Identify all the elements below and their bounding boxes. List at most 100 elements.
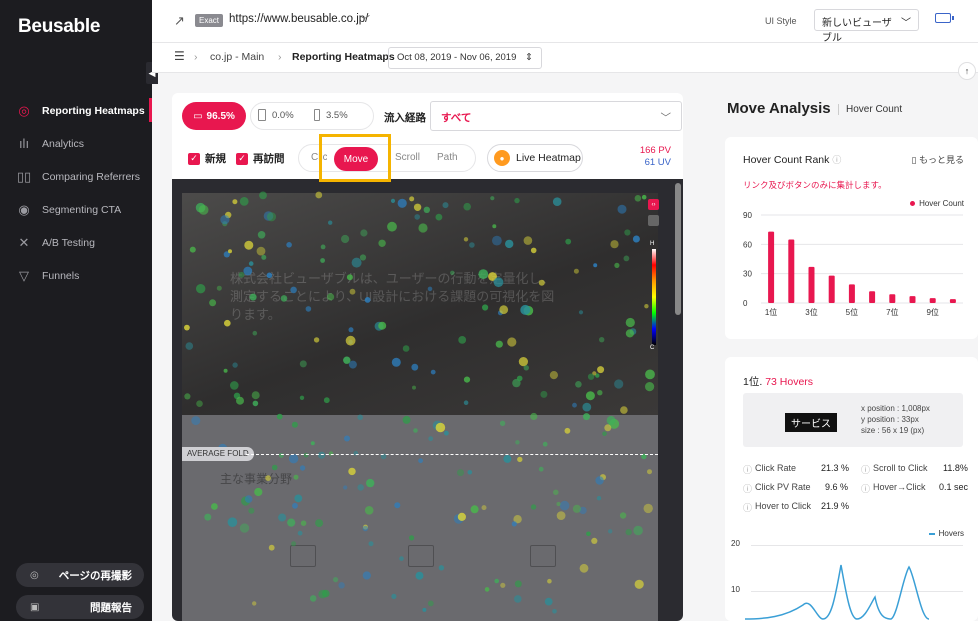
heatmap-dot	[399, 556, 404, 561]
heatmap-dot	[244, 240, 254, 250]
info-icon: ⓘ	[743, 503, 753, 513]
target-icon: ◎	[18, 102, 30, 118]
info-icon[interactable]: ⓘ	[832, 155, 841, 165]
analysis-title: Move Analysis	[727, 100, 831, 117]
new-visitor-checkbox[interactable]: ✓ 新規	[188, 151, 226, 166]
page-url[interactable]: https://www.beusable.co.jp/	[229, 13, 368, 25]
ui-style-select[interactable]: 新しいビューザブル ﹀	[814, 9, 919, 44]
sidebar-item-comparing-referrers[interactable]: ▯▯ Comparing Referrers	[0, 160, 152, 193]
heatmap-dot	[516, 375, 523, 382]
sidebar-item-funnels[interactable]: ▽ Funnels	[0, 259, 152, 292]
heatmap-dot	[565, 238, 572, 245]
heatmap-dot	[463, 376, 471, 383]
x-tick-label: 3位	[805, 307, 817, 317]
device-desktop-button[interactable]: ▭ 96.5%	[182, 102, 246, 130]
heatmap-dot	[409, 535, 415, 541]
heatmap-dot	[368, 541, 374, 547]
heatmap-dot	[318, 589, 327, 599]
mobile-icon	[314, 109, 320, 121]
chart-bar[interactable]	[768, 231, 775, 303]
retake-page-label: ページの再撮影	[58, 569, 132, 582]
overlay-toggle-icon[interactable]	[648, 215, 659, 226]
heatmap-dot	[494, 578, 500, 584]
heatmap-dot	[224, 319, 231, 327]
hover-rank-card: Hover Count Rank ⓘ ▯ もっと見る リンク及びボタンのみに集計し…	[725, 137, 978, 339]
heatmap-dot	[310, 441, 315, 446]
sidebar-item-label: Reporting Heatmaps	[42, 104, 145, 117]
sidebar-item-segmenting-cta[interactable]: ◉ Segmenting CTA	[0, 193, 152, 226]
heatmap-dot	[647, 469, 652, 475]
sidebar-item-ab-testing[interactable]: ✕ A/B Testing	[0, 226, 152, 259]
chart-bar[interactable]	[889, 294, 896, 303]
heatmap-dot	[624, 229, 631, 236]
heatmap-dot	[634, 579, 644, 589]
scroll-top-button[interactable]: ↑	[958, 62, 976, 80]
app-logo[interactable]: Beusable	[18, 16, 100, 38]
chevron-down-icon: ﹀	[901, 18, 911, 29]
breadcrumb-site[interactable]: co.jp - Main	[210, 51, 264, 63]
heatmap-dot	[478, 269, 489, 279]
heatmap-dot	[579, 563, 589, 573]
chart-bar[interactable]	[929, 298, 936, 303]
ui-style-value: 新しいビューザブル	[822, 18, 892, 44]
heatmap-dot	[644, 304, 649, 309]
display-toggle-icon[interactable]	[935, 13, 954, 23]
metric-value: 9.6 %	[825, 482, 849, 492]
returning-visitor-checkbox[interactable]: ✓ 再訪問	[236, 151, 285, 166]
heatmap-dot	[606, 415, 616, 425]
heatmap-dot	[586, 531, 591, 537]
heatmap-dot	[252, 330, 258, 336]
chart-bar[interactable]	[848, 284, 855, 303]
heatmap-dot	[457, 512, 466, 521]
report-issue-button[interactable]: ▣ 問題報告	[16, 595, 144, 619]
list-menu-icon[interactable]: ☰	[174, 49, 185, 63]
heatmap-scrollbar[interactable]	[675, 183, 681, 315]
chart-bar[interactable]	[909, 296, 916, 303]
top-element-rank: 1位. 73 Hovers	[743, 374, 813, 389]
chart-bar[interactable]	[949, 299, 956, 303]
chevron-down-icon[interactable]: ﹀	[359, 12, 370, 28]
heatmap-dot	[530, 504, 537, 510]
element-y-position: y position : 33px	[861, 415, 919, 424]
heatmap-dot	[286, 242, 292, 248]
heatmap-dot	[341, 234, 350, 244]
hovers-line	[744, 564, 930, 620]
device-tablet-button[interactable]: 0.0%	[258, 109, 294, 121]
heatmap-dot	[259, 191, 267, 200]
external-link-icon[interactable]: ↗	[174, 13, 185, 29]
heatmap-dot	[604, 424, 612, 432]
report-issue-label: 問題報告	[90, 601, 132, 614]
report-icon: ▣	[30, 601, 40, 613]
heatmap-dot	[542, 441, 548, 447]
chart-bar[interactable]	[808, 266, 815, 303]
metric-label: Hover to Click	[755, 501, 812, 511]
code-toggle-icon[interactable]: ‹›	[648, 199, 659, 210]
heatmap-viewport[interactable]: 株式会社ビューザブルは、ユーザーの行動を定量化し、測定することにより、UI設計に…	[172, 179, 683, 621]
move-tab-highlight	[319, 134, 391, 182]
chart-bar[interactable]	[788, 239, 795, 303]
sidebar-item-reporting-heatmaps[interactable]: ◎ Reporting Heatmaps	[0, 94, 152, 127]
heatmap-dot	[412, 385, 416, 390]
mode-scroll-tab[interactable]: Scroll	[395, 152, 423, 163]
heatmap-dot	[327, 293, 335, 301]
gridline	[751, 545, 963, 546]
date-range-picker[interactable]: Oct 08, 2019 - Nov 06, 2019 ⇕	[388, 47, 542, 69]
more-link[interactable]: ▯ もっと見る	[912, 153, 964, 166]
live-heatmap-button[interactable]: ● Live Heatmap	[487, 144, 583, 172]
x-tick-label: 7位	[886, 307, 898, 317]
exact-badge: Exact	[195, 14, 224, 27]
chart-bar[interactable]	[869, 291, 876, 303]
heatmap-dot	[499, 305, 509, 315]
referrer-select[interactable]: すべて ﹀	[430, 101, 682, 131]
chart-bar[interactable]	[828, 275, 835, 303]
metric-label: Click Rate	[755, 463, 797, 473]
heat-scale-bar	[652, 249, 656, 345]
element-meta: x position : 1,008px y position : 33px s…	[861, 403, 930, 436]
heatmap-dot	[359, 254, 367, 261]
mode-path-tab[interactable]: Path	[437, 152, 458, 163]
sidebar-item-analytics[interactable]: ılı Analytics	[0, 127, 152, 160]
retake-page-button[interactable]: ◎ ページの再撮影	[16, 563, 144, 587]
heatmap-dot	[490, 196, 495, 201]
scale-low-label: C	[650, 345, 655, 351]
device-mobile-button[interactable]: 3.5%	[314, 109, 348, 121]
